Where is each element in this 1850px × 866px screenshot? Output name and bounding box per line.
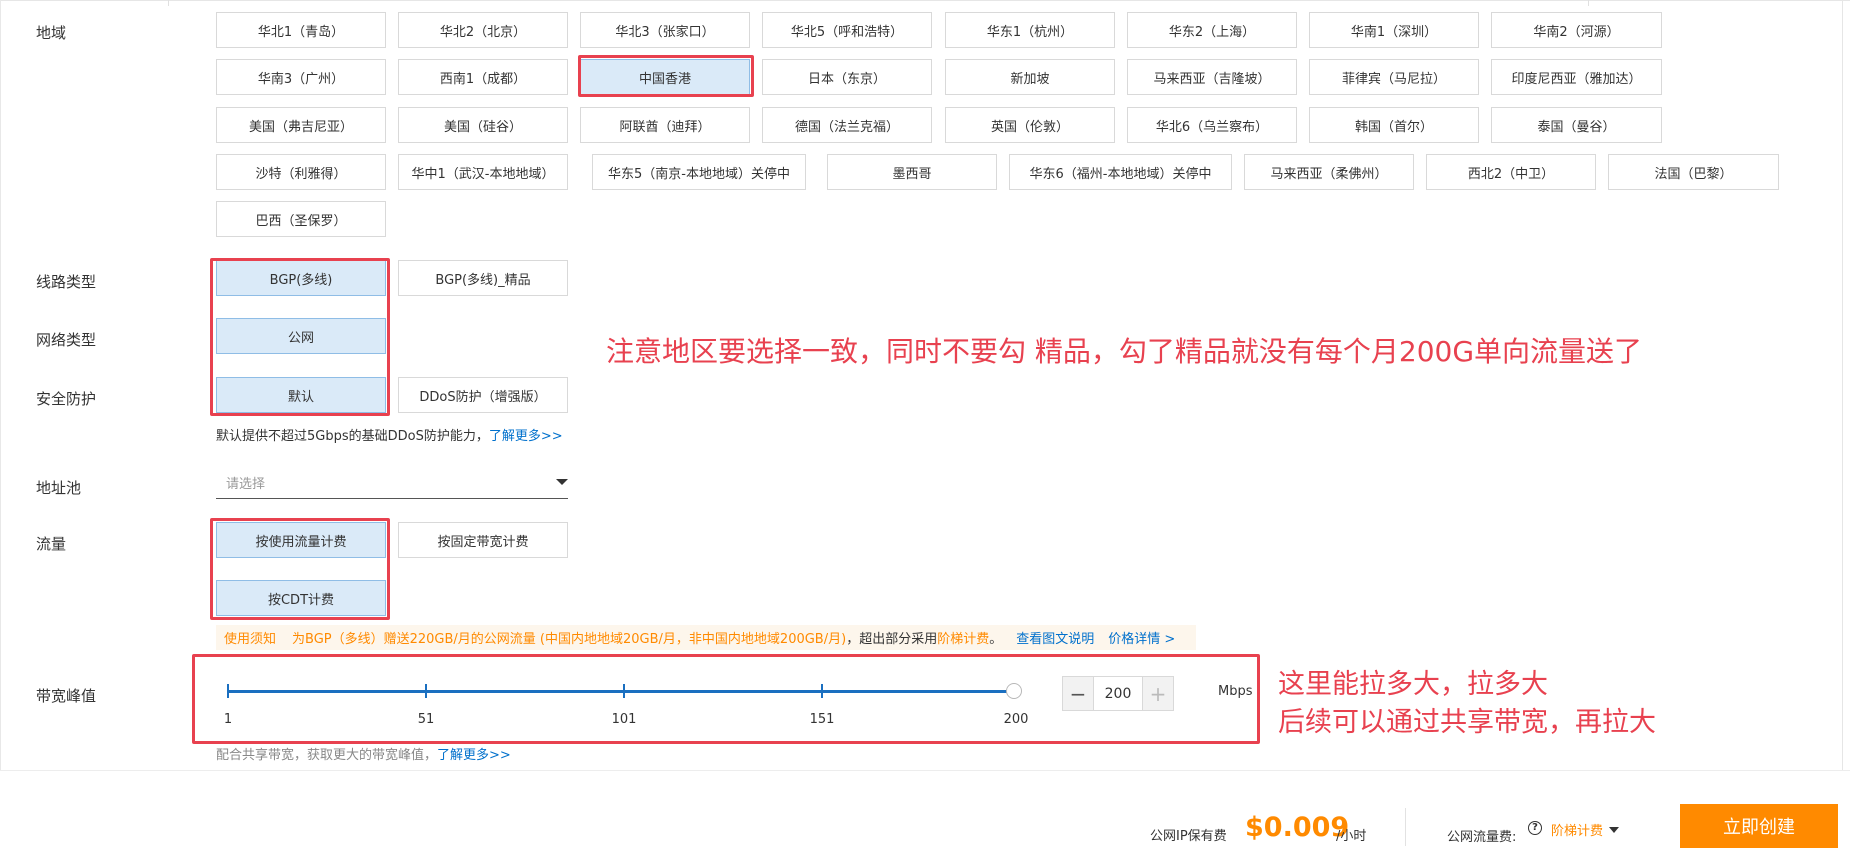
bandwidth-peak-label: 带宽峰值: [36, 687, 97, 705]
region-option[interactable]: 马来西亚（柔佛州）: [1244, 154, 1414, 190]
traffic-label: 流量: [36, 535, 67, 553]
slider-tick-label: 200: [1003, 712, 1029, 727]
region-option[interactable]: 沙特（利雅得）: [216, 154, 386, 190]
security-default[interactable]: 默认: [216, 377, 386, 413]
annotation-bandwidth-line1: 这里能拉多大，拉多大: [1278, 669, 1548, 700]
region-option[interactable]: 华东5（南京-本地地域）关停中: [592, 154, 806, 190]
notice-end: 。: [989, 632, 1003, 647]
region-option[interactable]: 华南2（河源）: [1491, 12, 1662, 48]
region-option[interactable]: 美国（弗吉尼亚）: [216, 107, 386, 143]
top-divider-tick: [1588, 0, 1589, 6]
region-option[interactable]: 华南3（广州）: [216, 59, 386, 95]
right-border: [1842, 0, 1843, 770]
notice-text: 为BGP（多线）赠送220GB/月的公网流量 (中国内地地域20GB/月，非中国…: [292, 632, 847, 647]
region-option[interactable]: 法国（巴黎）: [1608, 154, 1779, 190]
traffic-fee-label: 公网流量费:: [1447, 830, 1517, 845]
region-option[interactable]: 马来西亚（吉隆坡）: [1127, 59, 1297, 95]
region-option[interactable]: 华北1（青岛）: [216, 12, 386, 48]
slider-track[interactable]: [228, 690, 1016, 693]
region-option[interactable]: 墨西哥: [827, 154, 997, 190]
security-hint-text: 默认提供不超过5Gbps的基础DDoS防护能力，: [216, 429, 489, 444]
ip-fee-label: 公网IP保有费: [1150, 829, 1227, 844]
bandwidth-unit: Mbps: [1218, 684, 1253, 699]
footer-divider: [1405, 808, 1406, 846]
bandwidth-stepper: − 200 +: [1062, 676, 1174, 711]
notice-tier: 阶梯计费: [937, 632, 990, 647]
tier-pricing-dropdown[interactable]: 阶梯计费: [1551, 820, 1603, 839]
increment-button[interactable]: +: [1142, 677, 1173, 710]
network-type-label: 网络类型: [36, 331, 97, 349]
caret-down-icon[interactable]: [1609, 827, 1619, 833]
slider-tick-label: 101: [611, 712, 637, 727]
region-label: 地域: [36, 24, 67, 42]
top-divider-tick: [168, 0, 169, 6]
region-option[interactable]: 新加坡: [945, 59, 1115, 95]
line-type-label: 线路类型: [36, 273, 97, 291]
usage-notice: 使用须知 为BGP（多线）赠送220GB/月的公网流量 (中国内地地域20GB/…: [216, 625, 1196, 650]
region-option[interactable]: 华北5（呼和浩特）: [762, 12, 932, 48]
region-option[interactable]: 华北6（乌兰察布）: [1127, 107, 1297, 143]
notice-tag: 使用须知: [224, 632, 277, 647]
notice-text-2: ，超出部分采用: [846, 632, 938, 647]
region-option[interactable]: 华北2（北京）: [398, 12, 568, 48]
region-option[interactable]: 泰国（曼谷）: [1491, 107, 1662, 143]
region-option-selected[interactable]: 中国香港: [580, 59, 750, 95]
network-type-public[interactable]: 公网: [216, 318, 386, 354]
annotation-bandwidth-line2: 后续可以通过共享带宽，再拉大: [1278, 707, 1656, 738]
slider-tick: [821, 684, 823, 698]
address-pool-placeholder: 请选择: [226, 477, 266, 492]
region-option[interactable]: 印度尼西亚（雅加达）: [1491, 59, 1662, 95]
annotation-main-text: 注意地区要选择一致，同时不要勾 精品，勾了精品就没有每个月200G单向流量送了: [606, 335, 1643, 368]
price-unit: /小时: [1336, 829, 1367, 844]
security-learn-more-link[interactable]: 了解更多>>: [489, 429, 563, 444]
price-value: $0.009: [1245, 812, 1350, 843]
slider-tick: [623, 684, 625, 698]
footer-bar: [0, 770, 1850, 866]
address-pool-label: 地址池: [36, 479, 82, 497]
region-option[interactable]: 华北3（张家口）: [580, 12, 750, 48]
region-option[interactable]: 华东6（福州-本地地域）关停中: [1009, 154, 1232, 190]
slider-tick-label: 51: [417, 712, 435, 727]
create-now-button[interactable]: 立即创建: [1680, 804, 1838, 848]
region-option[interactable]: 西南1（成都）: [398, 59, 568, 95]
question-icon[interactable]: ?: [1528, 821, 1542, 835]
region-option[interactable]: 德国（法兰克福）: [762, 107, 932, 143]
security-hint: 默认提供不超过5Gbps的基础DDoS防护能力，了解更多>>: [216, 425, 563, 444]
region-option[interactable]: 英国（伦敦）: [945, 107, 1115, 143]
decrement-button[interactable]: −: [1063, 677, 1094, 710]
region-option[interactable]: 阿联酋（迪拜）: [580, 107, 750, 143]
bandwidth-hint-text: 配合共享带宽，获取更大的带宽峰值，: [216, 748, 438, 763]
left-border: [0, 0, 1, 770]
region-option[interactable]: 韩国（首尔）: [1309, 107, 1479, 143]
bandwidth-hint: 配合共享带宽，获取更大的带宽峰值，了解更多>>: [216, 744, 511, 763]
region-option[interactable]: 华东2（上海）: [1127, 12, 1297, 48]
notice-illustration-link[interactable]: 查看图文说明: [1016, 628, 1094, 647]
region-option[interactable]: 华东1（杭州）: [945, 12, 1115, 48]
traffic-cdt[interactable]: 按CDT计费: [216, 580, 386, 616]
region-option[interactable]: 华中1（武汉-本地地域）: [398, 154, 568, 190]
security-label: 安全防护: [36, 390, 97, 408]
region-option[interactable]: 巴西（圣保罗）: [216, 201, 386, 237]
top-border: [0, 0, 1850, 1]
notice-price-link[interactable]: 价格详情 >: [1108, 628, 1175, 647]
traffic-fixed-bandwidth[interactable]: 按固定带宽计费: [398, 522, 568, 558]
bandwidth-learn-more-link[interactable]: 了解更多>>: [437, 748, 511, 763]
slider-handle[interactable]: [1006, 683, 1022, 699]
line-type-bgp-premium[interactable]: BGP(多线)_精品: [398, 260, 568, 296]
region-option[interactable]: 菲律宾（马尼拉）: [1309, 59, 1479, 95]
region-option[interactable]: 日本（东京）: [762, 59, 932, 95]
traffic-pay-by-usage[interactable]: 按使用流量计费: [216, 522, 386, 558]
slider-tick: [425, 684, 427, 698]
line-type-bgp[interactable]: BGP(多线): [216, 260, 386, 296]
region-option[interactable]: 西北2（中卫）: [1426, 154, 1596, 190]
bandwidth-value-input[interactable]: 200: [1093, 677, 1143, 710]
region-option[interactable]: 华南1（深圳）: [1309, 12, 1479, 48]
security-ddos-enhanced[interactable]: DDoS防护（增强版）: [398, 377, 568, 413]
caret-down-icon: [556, 479, 568, 485]
slider-tick-label: 151: [809, 712, 835, 727]
slider-tick-label: 1: [223, 712, 233, 727]
slider-tick: [227, 684, 229, 698]
region-option[interactable]: 美国（硅谷）: [398, 107, 568, 143]
address-pool-select[interactable]: 请选择: [216, 468, 568, 499]
